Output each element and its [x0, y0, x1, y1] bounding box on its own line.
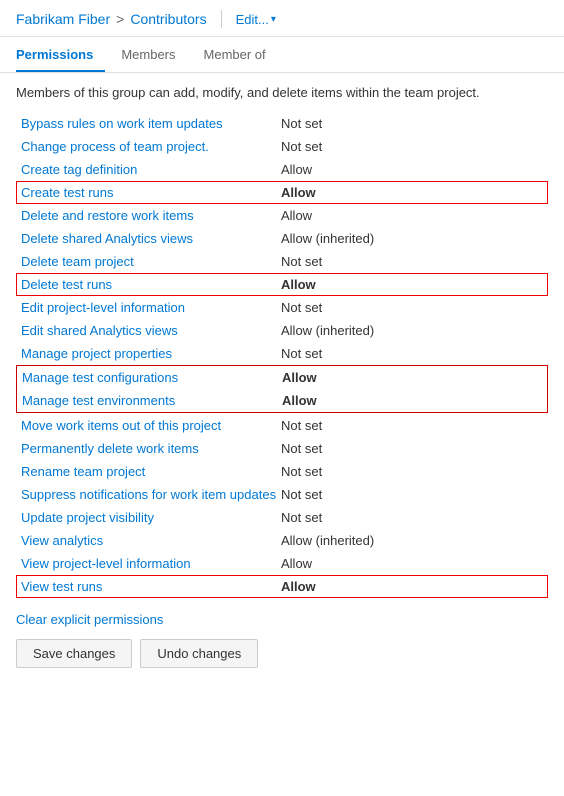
table-row[interactable]: Delete shared Analytics viewsAllow (inhe… — [16, 227, 548, 250]
permission-value: Allow — [281, 556, 543, 571]
permission-name: View test runs — [21, 579, 281, 594]
tab-members[interactable]: Members — [121, 37, 187, 72]
permission-name: View project-level information — [21, 556, 281, 571]
page-header: Fabrikam Fiber > Contributors Edit... ▾ — [0, 0, 564, 37]
permission-value: Not set — [281, 418, 543, 433]
permission-value: Not set — [281, 116, 543, 131]
group-link[interactable]: Contributors — [130, 11, 206, 27]
table-row[interactable]: Manage test environmentsAllow — [17, 389, 547, 412]
permission-value: Not set — [281, 300, 543, 315]
undo-button[interactable]: Undo changes — [140, 639, 258, 668]
table-row[interactable]: Permanently delete work itemsNot set — [16, 437, 548, 460]
edit-label: Edit... — [236, 12, 269, 27]
table-row[interactable]: Edit shared Analytics viewsAllow (inheri… — [16, 319, 548, 342]
chevron-down-icon: ▾ — [271, 14, 276, 25]
permission-name: Move work items out of this project — [21, 418, 281, 433]
table-row[interactable]: Manage test configurationsAllow — [17, 366, 547, 389]
permission-name: Bypass rules on work item updates — [21, 116, 281, 131]
permission-name: Manage project properties — [21, 346, 281, 361]
permission-name: Manage test environments — [22, 393, 282, 408]
permission-value: Allow — [282, 393, 542, 408]
permission-name: Delete team project — [21, 254, 281, 269]
permission-name: Edit project-level information — [21, 300, 281, 315]
table-row[interactable]: Manage project propertiesNot set — [16, 342, 548, 365]
permission-value: Not set — [281, 487, 543, 502]
permission-name: Create tag definition — [21, 162, 281, 177]
table-row[interactable]: Create tag definitionAllow — [16, 158, 548, 181]
permissions-list: Bypass rules on work item updatesNot set… — [16, 112, 548, 598]
permission-value: Not set — [281, 254, 543, 269]
permission-name: Change process of team project. — [21, 139, 281, 154]
permission-name: Edit shared Analytics views — [21, 323, 281, 338]
table-row[interactable]: Change process of team project.Not set — [16, 135, 548, 158]
permission-name: Suppress notifications for work item upd… — [21, 487, 281, 502]
save-button[interactable]: Save changes — [16, 639, 132, 668]
permission-name: Create test runs — [21, 185, 281, 200]
table-row[interactable]: Delete and restore work itemsAllow — [16, 204, 548, 227]
project-link[interactable]: Fabrikam Fiber — [16, 11, 110, 27]
permission-value: Not set — [281, 510, 543, 525]
clear-permissions-section: Clear explicit permissions — [16, 612, 548, 627]
permission-name: Delete shared Analytics views — [21, 231, 281, 246]
table-row[interactable]: View analyticsAllow (inherited) — [16, 529, 548, 552]
table-row[interactable]: Edit project-level informationNot set — [16, 296, 548, 319]
permission-value: Not set — [281, 441, 543, 456]
edit-dropdown[interactable]: Edit... ▾ — [236, 12, 276, 27]
permission-value: Allow — [282, 370, 542, 385]
header-divider — [221, 10, 222, 28]
table-row[interactable]: Suppress notifications for work item upd… — [16, 483, 548, 506]
table-row[interactable]: View test runsAllow — [16, 575, 548, 598]
permission-value: Not set — [281, 464, 543, 479]
table-row[interactable]: Delete test runsAllow — [16, 273, 548, 296]
tabs-bar: Permissions Members Member of — [0, 37, 564, 73]
table-row[interactable]: Rename team projectNot set — [16, 460, 548, 483]
table-row[interactable]: View project-level informationAllow — [16, 552, 548, 575]
table-row[interactable]: Delete team projectNot set — [16, 250, 548, 273]
permission-name: Update project visibility — [21, 510, 281, 525]
permission-name: Delete test runs — [21, 277, 281, 292]
permission-name: Delete and restore work items — [21, 208, 281, 223]
permission-value: Not set — [281, 346, 543, 361]
clear-permissions-link[interactable]: Clear explicit permissions — [16, 612, 163, 627]
group-description: Members of this group can add, modify, a… — [16, 85, 548, 100]
main-content: Members of this group can add, modify, a… — [0, 73, 564, 680]
breadcrumb-separator: > — [116, 11, 124, 27]
permission-value: Allow (inherited) — [281, 231, 543, 246]
permission-value: Allow — [281, 277, 543, 292]
permission-name: Permanently delete work items — [21, 441, 281, 456]
permission-name: Rename team project — [21, 464, 281, 479]
permission-value: Allow — [281, 579, 543, 594]
table-row[interactable]: Update project visibilityNot set — [16, 506, 548, 529]
permission-value: Allow — [281, 185, 543, 200]
table-row[interactable]: Bypass rules on work item updatesNot set — [16, 112, 548, 135]
action-buttons: Save changes Undo changes — [16, 639, 548, 668]
table-row[interactable]: Move work items out of this projectNot s… — [16, 414, 548, 437]
permission-value: Allow (inherited) — [281, 323, 543, 338]
permission-name: Manage test configurations — [22, 370, 282, 385]
permission-value: Not set — [281, 139, 543, 154]
permission-value: Allow (inherited) — [281, 533, 543, 548]
permission-value: Allow — [281, 208, 543, 223]
table-row[interactable]: Create test runsAllow — [16, 181, 548, 204]
permission-value: Allow — [281, 162, 543, 177]
permission-name: View analytics — [21, 533, 281, 548]
highlighted-group: Manage test configurationsAllowManage te… — [16, 365, 548, 413]
tab-permissions[interactable]: Permissions — [16, 37, 105, 72]
tab-member-of[interactable]: Member of — [204, 37, 278, 72]
